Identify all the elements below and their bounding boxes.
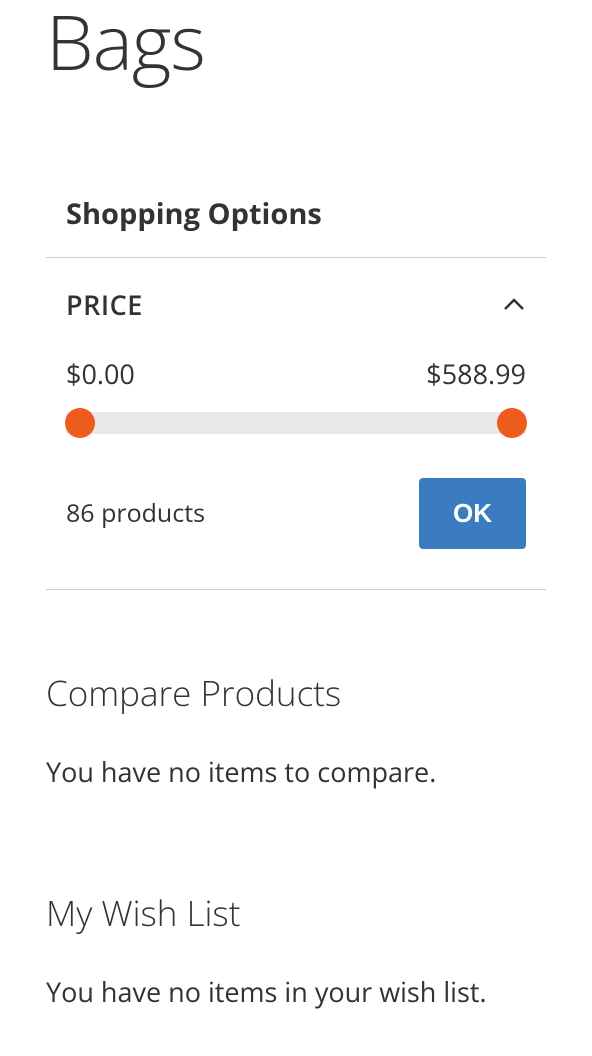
- slider-handle-max[interactable]: [497, 408, 527, 438]
- shopping-options-heading: Shopping Options: [46, 194, 546, 257]
- compare-products-block: Compare Products You have no items to co…: [46, 670, 546, 790]
- price-filter-toggle[interactable]: PRICE: [66, 286, 526, 323]
- price-filter-footer: 86 products OK: [66, 478, 526, 549]
- price-filter-section: PRICE $0.00 $588.99 86 products OK: [46, 257, 546, 590]
- chevron-up-icon: [502, 292, 526, 316]
- price-max-label: $588.99: [426, 355, 526, 392]
- compare-products-heading: Compare Products: [46, 670, 546, 717]
- price-min-label: $0.00: [66, 355, 135, 392]
- price-range-display: $0.00 $588.99: [66, 355, 526, 392]
- sidebar: Shopping Options PRICE $0.00 $588.99 86 …: [0, 194, 592, 1010]
- slider-handle-min[interactable]: [65, 408, 95, 438]
- wishlist-empty-text: You have no items in your wish list.: [46, 973, 546, 1010]
- wishlist-heading: My Wish List: [46, 890, 546, 937]
- price-filter-label: PRICE: [66, 286, 143, 323]
- compare-empty-text: You have no items to compare.: [46, 753, 546, 790]
- price-slider[interactable]: [66, 408, 526, 438]
- ok-button[interactable]: OK: [419, 478, 526, 549]
- product-count: 86 products: [66, 496, 205, 530]
- page-title: Bags: [0, 0, 592, 84]
- slider-track: [66, 412, 526, 434]
- wishlist-block: My Wish List You have no items in your w…: [46, 890, 546, 1010]
